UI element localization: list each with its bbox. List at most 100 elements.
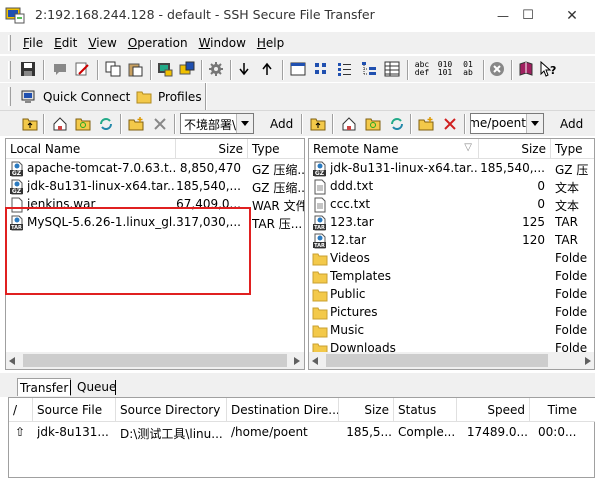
remote-home-button[interactable] xyxy=(339,114,359,134)
local-delete-button[interactable] xyxy=(150,114,170,134)
download-button[interactable] xyxy=(234,59,254,79)
local-add-button[interactable]: Add xyxy=(270,113,293,134)
file-row[interactable]: TAR 12.tar 120 TAR xyxy=(309,232,594,250)
file-row[interactable]: Templates Folde xyxy=(309,268,594,286)
remote-new-folder-button[interactable] xyxy=(416,114,436,134)
transfer-col-speed[interactable]: Speed xyxy=(457,398,530,422)
transfer-col-time[interactable]: Time xyxy=(530,398,595,422)
file-size: 125 xyxy=(522,215,545,229)
file-row[interactable]: Music Folde xyxy=(309,322,594,340)
new-terminal-button[interactable] xyxy=(155,59,175,79)
remote-path-combo[interactable]: /home/poent xyxy=(470,113,544,134)
file-row[interactable]: GZ jdk-8u131-linux-x64.tar.... 185,540,...… xyxy=(6,178,304,196)
home-icon xyxy=(342,117,356,131)
disconnect-button[interactable] xyxy=(50,59,70,79)
ascii-mode-button[interactable]: abc def xyxy=(412,59,432,79)
view-details-button[interactable] xyxy=(382,59,402,79)
new-file-transfer-button[interactable] xyxy=(177,59,197,79)
folder-icon xyxy=(312,287,328,303)
file-row[interactable]: Videos Folde xyxy=(309,250,594,268)
quick-connect-button[interactable]: Quick Connect xyxy=(17,85,134,108)
remote-refresh-folder-button[interactable] xyxy=(363,114,383,134)
file-type: GZ 压缩... xyxy=(252,163,305,177)
file-name: Music xyxy=(330,323,365,337)
settings-button[interactable] xyxy=(206,59,226,79)
local-col-name[interactable]: Local Name xyxy=(6,139,176,159)
file-row[interactable]: Public Folde xyxy=(309,286,594,304)
local-hscroll-thumb[interactable] xyxy=(23,354,287,367)
remote-col-type[interactable]: Type xyxy=(551,139,594,159)
stop-button[interactable] xyxy=(487,59,507,79)
remote-file-list[interactable]: Remote Name ▽ Size Type GZ jdk-8u131-linu… xyxy=(308,138,595,370)
remote-delete-button[interactable] xyxy=(440,114,460,134)
chevron-down-icon[interactable] xyxy=(236,114,253,133)
transfer-col-direction[interactable]: / xyxy=(9,398,33,422)
context-help-button[interactable]: ? xyxy=(539,59,559,79)
file-row[interactable]: GZ apache-tomcat-7.0.63.t... 8,850,470 GZ 压… xyxy=(6,160,304,178)
tab-queue[interactable]: Queue xyxy=(75,378,118,396)
profiles-button[interactable]: Profiles xyxy=(131,85,207,108)
edit-button[interactable] xyxy=(72,59,92,79)
file-row[interactable]: Pictures Folde xyxy=(309,304,594,322)
local-refresh-button[interactable] xyxy=(96,114,116,134)
transfer-list[interactable]: / Source File Source Directory Destinati… xyxy=(8,397,595,478)
tab-transfer[interactable]: Transfer xyxy=(17,378,72,396)
auto-mode-button[interactable]: 01 ab xyxy=(458,59,478,79)
remote-col-name[interactable]: Remote Name ▽ xyxy=(309,139,479,159)
remote-refresh-button[interactable] xyxy=(387,114,407,134)
view-large-icons-button[interactable] xyxy=(288,59,308,79)
transfer-col-source-file[interactable]: Source File xyxy=(33,398,116,422)
close-button[interactable]: ✕ xyxy=(549,0,595,31)
transfer-col-size[interactable]: Size xyxy=(339,398,394,422)
remote-col-size[interactable]: Size xyxy=(479,139,551,159)
file-type: TAR 压... xyxy=(252,217,303,231)
local-refresh-folder-button[interactable] xyxy=(73,114,93,134)
local-col-type[interactable]: Type xyxy=(248,139,304,159)
small-icons-icon xyxy=(315,63,326,74)
remote-horizontal-scrollbar[interactable] xyxy=(309,352,594,369)
file-row[interactable]: GZ jdk-8u131-linux-x64.tar.... 185,540,...… xyxy=(309,160,594,178)
file-name: jdk-8u131-linux-x64.tar.... xyxy=(330,161,479,175)
paste-button[interactable] xyxy=(125,59,145,79)
local-up-folder-button[interactable] xyxy=(20,114,40,134)
local-col-size[interactable]: Size xyxy=(176,139,248,159)
file-type: Folde xyxy=(555,287,588,301)
menu-window[interactable]: Window xyxy=(199,36,246,50)
remote-path-value: /home/poent xyxy=(470,116,526,130)
upload-direction-icon: ⇧ xyxy=(15,425,26,439)
local-path-combo[interactable]: 不境部署\ xyxy=(180,113,254,134)
remote-hscroll-thumb[interactable] xyxy=(326,354,548,367)
folder-up-icon xyxy=(22,118,38,131)
local-home-button[interactable] xyxy=(50,114,70,134)
maximize-button[interactable]: ☐ xyxy=(505,0,551,31)
menu-operation[interactable]: Operation xyxy=(128,36,188,50)
view-list-button[interactable] xyxy=(335,59,355,79)
local-new-folder-button[interactable] xyxy=(126,114,146,134)
save-button[interactable] xyxy=(18,59,38,79)
menu-help[interactable]: Help xyxy=(257,36,284,50)
menu-edit[interactable]: Edit xyxy=(54,36,77,50)
binary-mode-button[interactable]: 010 101 xyxy=(435,59,455,79)
file-row[interactable]: TAR 123.tar 125 TAR xyxy=(309,214,594,232)
file-row[interactable]: ccc.txt 0 文本 xyxy=(309,196,594,214)
transfer-col-source-directory[interactable]: Source Directory xyxy=(116,398,227,422)
local-horizontal-scrollbar[interactable] xyxy=(6,352,304,369)
upload-button[interactable] xyxy=(257,59,277,79)
help-topics-button[interactable] xyxy=(516,59,536,79)
view-small-icons-button[interactable] xyxy=(311,59,331,79)
copy-button[interactable] xyxy=(103,59,123,79)
gz-archive-icon: GZ xyxy=(9,161,25,177)
remote-up-folder-button[interactable] xyxy=(308,114,328,134)
file-row[interactable]: ddd.txt 0 文本 xyxy=(309,178,594,196)
local-path-value: 不境部署\ xyxy=(184,118,237,132)
menu-view[interactable]: View xyxy=(88,36,116,50)
remote-add-button[interactable]: Add xyxy=(560,113,583,134)
transfer-row[interactable]: ⇧ jdk-8u131... D:\测试工具\linu... /home/poe… xyxy=(9,424,594,442)
chevron-down-icon[interactable] xyxy=(526,114,543,133)
transfer-col-status[interactable]: Status xyxy=(394,398,457,422)
file-size: 0 xyxy=(537,197,545,211)
file-type: TAR xyxy=(555,215,578,229)
view-tree-button[interactable] xyxy=(359,59,379,79)
transfer-col-destination[interactable]: Destination Dire... xyxy=(227,398,339,422)
menu-file[interactable]: File xyxy=(23,36,43,50)
